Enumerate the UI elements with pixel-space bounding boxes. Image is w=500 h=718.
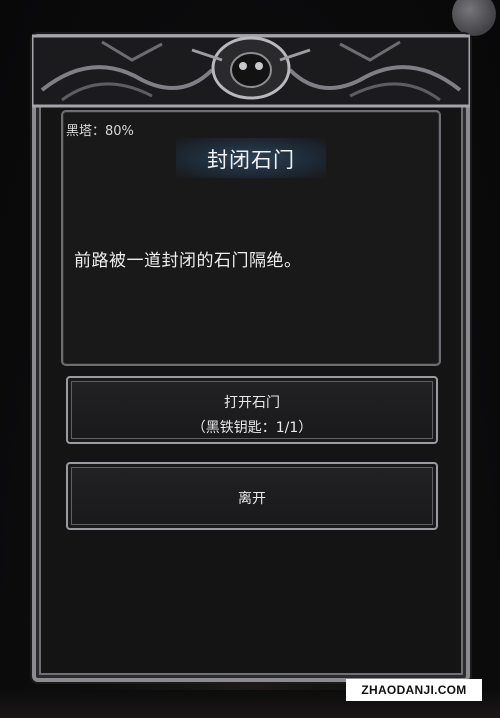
tower-progress-label: 黑塔：80% <box>66 124 134 139</box>
event-description: 前路被一道封闭的石门隔绝。 <box>74 251 302 271</box>
open-option-label: 打开石门 <box>224 395 280 411</box>
open-stone-door-button[interactable]: 打开石门 （黑铁钥匙：1/1） <box>66 376 438 444</box>
event-title: 封闭石门 <box>207 148 295 172</box>
site-watermark: ZHAODANJI.COM <box>346 679 482 701</box>
leave-option-label: 离开 <box>238 491 266 507</box>
leave-button[interactable]: 离开 <box>66 462 438 530</box>
ornate-crest-icon <box>32 34 470 108</box>
key-requirement-label: （黑铁钥匙：1/1） <box>191 420 313 436</box>
